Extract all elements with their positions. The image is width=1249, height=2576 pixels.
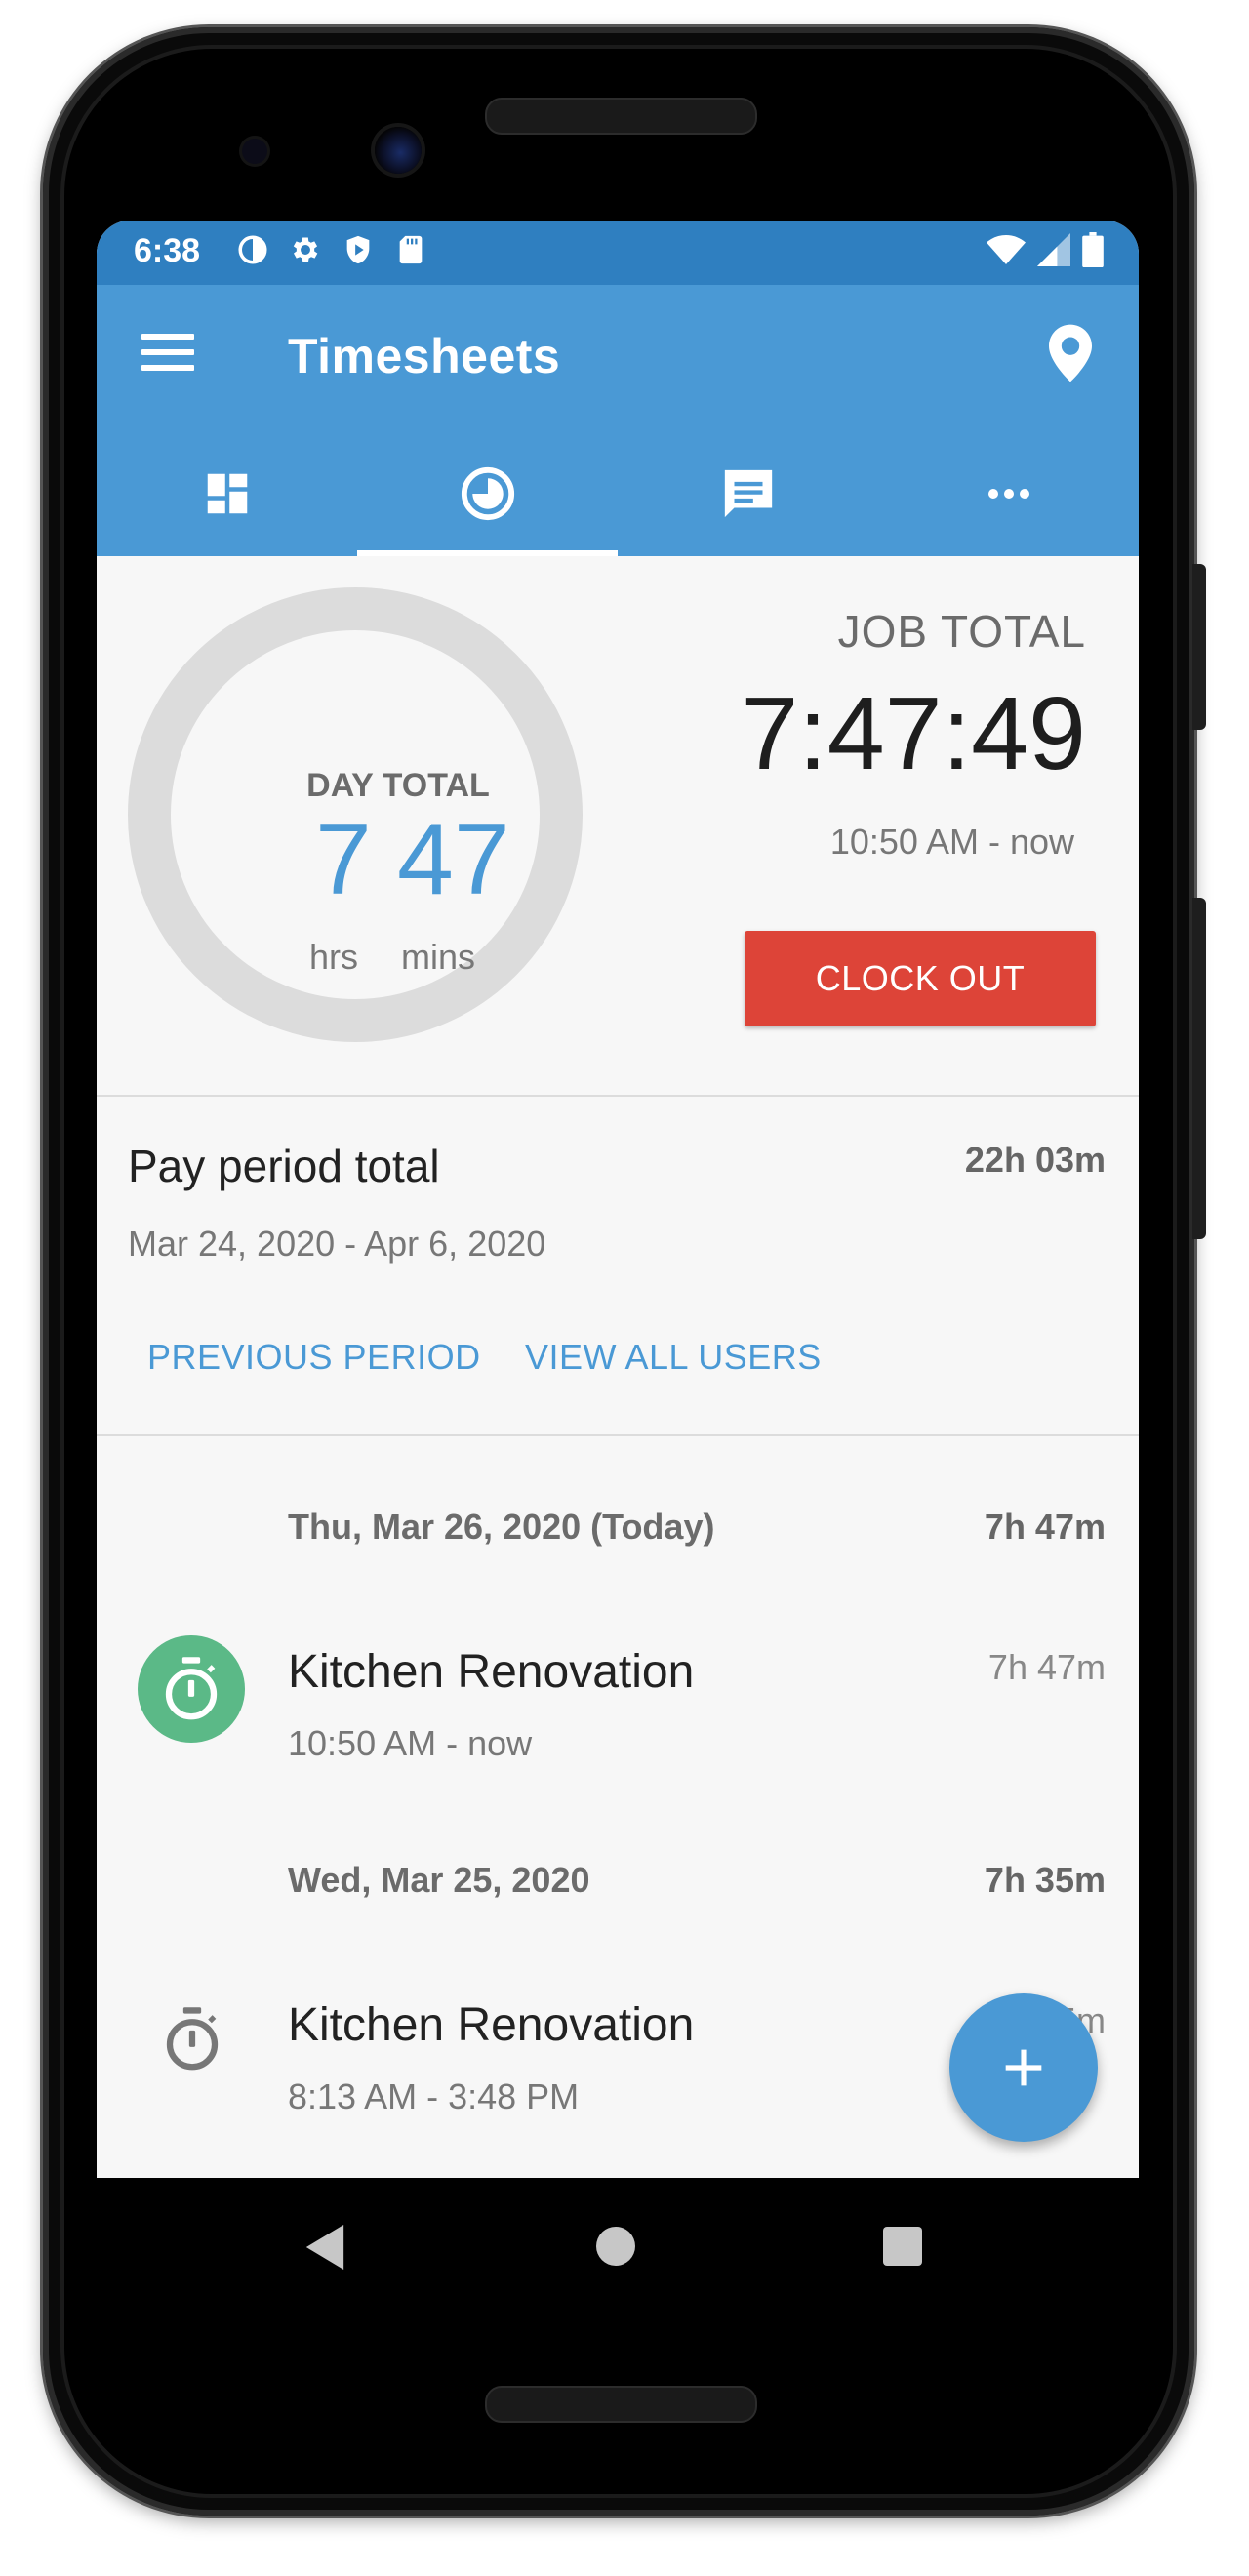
tab-dashboard[interactable]: [97, 431, 357, 556]
location-button[interactable]: [1049, 324, 1104, 386]
day-total-label: DAY TOTAL: [306, 767, 490, 804]
day-total-ring: DAY TOTAL 7 47 hrs mins: [128, 587, 583, 1042]
battery-icon: [1082, 232, 1104, 272]
data-saver-icon: [233, 230, 272, 269]
day-total-hours: 7: [315, 803, 372, 916]
earpiece-speaker: [485, 98, 757, 135]
cell-signal-icon: [1037, 233, 1070, 271]
app-title: Timesheets: [288, 329, 561, 383]
status-bar: 6:38: [97, 221, 1139, 285]
tab-more[interactable]: [878, 431, 1139, 556]
previous-period-link[interactable]: PREVIOUS PERIOD: [147, 1337, 481, 1378]
system-status-icons: [987, 232, 1104, 272]
menu-icon: [141, 334, 194, 371]
menu-button[interactable]: [141, 334, 194, 377]
app-bar: Timesheets: [97, 285, 1139, 431]
day-header: Wed, Mar 25, 2020: [288, 1860, 590, 1900]
app-screen: 6:38 Timesheets DAY TOTAL 7 47 hrs mins …: [97, 221, 1139, 2178]
recents-icon[interactable]: [883, 2227, 922, 2266]
day-header-total: 7h 47m: [984, 1507, 1106, 1547]
active-timer-badge: [138, 1635, 245, 1743]
entry-time-range: 8:13 AM - 3:48 PM: [288, 2076, 580, 2116]
pay-period-range: Mar 24, 2020 - Apr 6, 2020: [128, 1224, 546, 1264]
day-total-minutes: 47: [397, 803, 510, 916]
add-entry-button[interactable]: [949, 1993, 1098, 2142]
more-horizontal-icon: [987, 489, 1029, 499]
tab-bar: [97, 431, 1139, 556]
front-sensor: [242, 139, 267, 164]
wifi-icon: [987, 233, 1026, 271]
tab-messages[interactable]: [618, 431, 878, 556]
settings-gear-icon: [286, 230, 325, 269]
dashboard-icon: [207, 473, 247, 514]
minutes-unit-label: mins: [401, 937, 476, 977]
tab-timeclock[interactable]: [357, 431, 618, 556]
job-time-range: 10:50 AM - now: [829, 822, 1074, 862]
pay-period-card: Pay period total 22h 03m Mar 24, 2020 - …: [97, 1097, 1139, 1436]
view-all-users-link[interactable]: VIEW ALL USERS: [525, 1337, 822, 1378]
hours-unit-label: hrs: [309, 937, 359, 977]
entry-job-title: Kitchen Renovation: [288, 1999, 695, 2051]
clock-icon: [461, 466, 514, 521]
shield-play-icon: [339, 230, 378, 269]
clock-out-button[interactable]: CLOCK OUT: [745, 931, 1096, 1026]
day-header: Thu, Mar 26, 2020 (Today): [288, 1507, 715, 1547]
system-nav-bar: [97, 2178, 1139, 2311]
bottom-speaker: [485, 2386, 757, 2423]
time-summary: DAY TOTAL 7 47 hrs mins JOB TOTAL 7:47:4…: [97, 556, 1139, 1097]
pay-period-title: Pay period total: [128, 1141, 440, 1191]
notification-icons: [233, 230, 430, 269]
back-icon[interactable]: [305, 2225, 344, 2270]
plus-icon: [1005, 2049, 1042, 2086]
entry-time-range: 10:50 AM - now: [288, 1723, 533, 1763]
sd-card-icon: [391, 230, 430, 269]
day-header-total: 7h 35m: [984, 1860, 1106, 1900]
entry-job-title: Kitchen Renovation: [288, 1646, 695, 1698]
stopwatch-icon: [165, 1657, 218, 1720]
status-time: 6:38: [134, 232, 201, 269]
chat-icon: [724, 469, 772, 518]
entry-duration: 7h 47m: [987, 1647, 1106, 1687]
job-total-time: 7:47:49: [741, 676, 1086, 791]
job-total-label: JOB TOTAL: [837, 606, 1086, 657]
stopwatch-icon: [166, 2007, 219, 2071]
volume-button: [1192, 898, 1206, 1239]
location-pin-icon: [1049, 324, 1092, 382]
home-icon[interactable]: [596, 2227, 635, 2266]
front-camera: [375, 127, 422, 174]
pay-period-total: 22h 03m: [964, 1140, 1106, 1180]
power-button: [1192, 564, 1206, 730]
